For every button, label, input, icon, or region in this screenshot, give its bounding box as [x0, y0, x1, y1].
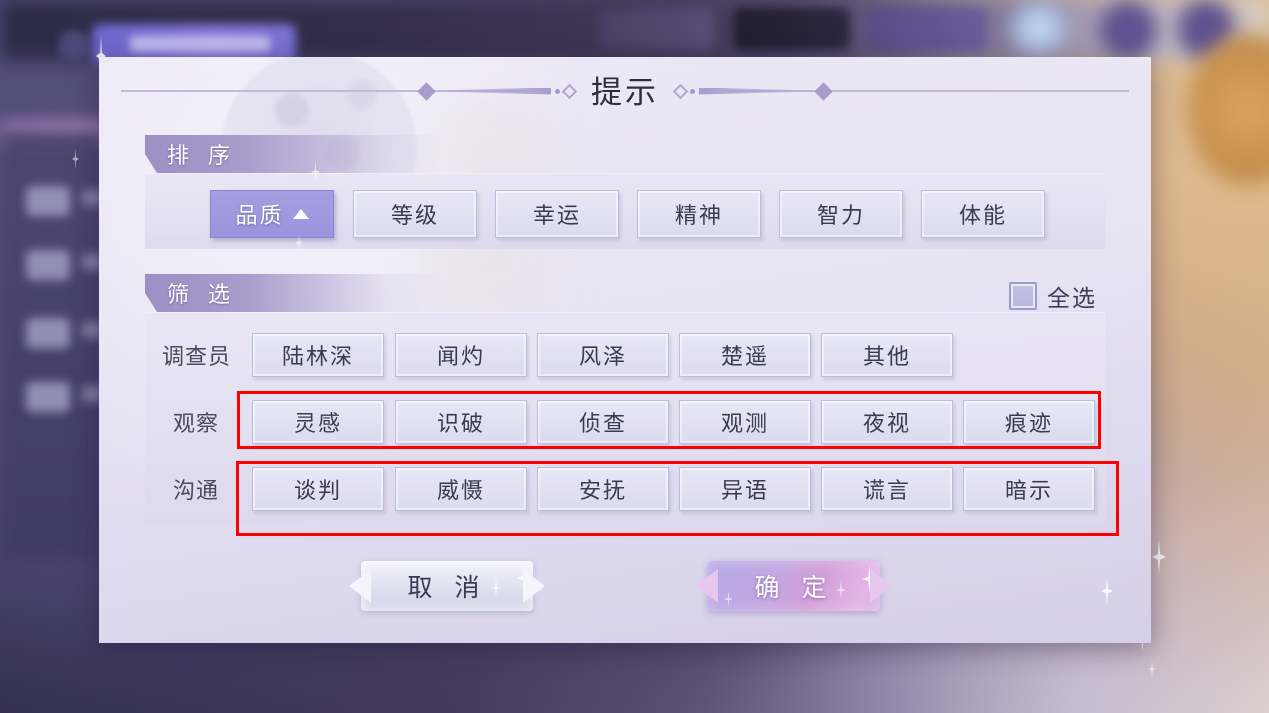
filter-communication-foreignlanguage-label: 异语: [720, 479, 769, 504]
filter-communication-negotiate-label: 谈判: [293, 479, 342, 504]
diamond-outline-icon: [672, 83, 689, 99]
sort-option-level[interactable]: 等级: [353, 190, 477, 238]
dialog-title: 提示: [591, 74, 659, 111]
filter-investigator-chuyao-label: 楚遥: [720, 345, 769, 370]
filter-communication-soothe-label: 安抚: [578, 479, 627, 504]
filter-observation-trace-label: 痕迹: [1004, 412, 1053, 437]
confirm-right-tip: [870, 569, 892, 603]
filter-investigator-chuyao[interactable]: 楚遥: [679, 333, 811, 377]
select-all-checkbox[interactable]: [1009, 282, 1037, 310]
filter-investigator-lulinshen-label: 陆林深: [281, 345, 354, 370]
background-title-pill-text: [130, 36, 270, 52]
background-currency-chip-2: [734, 8, 850, 50]
filter-observation-observe[interactable]: 观测: [679, 400, 811, 444]
sort-option-stamina[interactable]: 体能: [921, 190, 1045, 238]
select-all-control[interactable]: 全选: [1009, 279, 1097, 313]
filter-observation-inspiration-label: 灵感: [293, 412, 342, 437]
background-sidebar-icon-3: [26, 318, 70, 348]
filter-observation-observe-label: 观测: [720, 412, 769, 437]
sort-ascending-icon: [292, 209, 309, 219]
filter-communication-foreignlanguage[interactable]: 异语: [679, 467, 811, 511]
filter-investigator-wenzhuo[interactable]: 闻灼: [395, 333, 527, 377]
sort-option-intelligence[interactable]: 智力: [779, 190, 903, 238]
filter-investigator-wenzhuo-label: 闻灼: [436, 345, 485, 370]
filter-row-label-communication: 沟通: [173, 479, 220, 504]
filter-section-banner: 筛 选: [145, 274, 445, 312]
taper-line-icon: [433, 87, 551, 95]
background-currency-chip-1: [598, 8, 714, 50]
sort-option-intelligence-label: 智力: [816, 204, 865, 229]
filter-communication-negotiate[interactable]: 谈判: [252, 467, 384, 511]
sort-option-spirit-label: 精神: [674, 204, 723, 229]
sort-option-spirit[interactable]: 精神: [637, 190, 761, 238]
filter-observation-nightvision[interactable]: 夜视: [821, 400, 953, 444]
sort-option-stamina-label: 体能: [958, 204, 1007, 229]
background-avatar-icon-2: [1100, 2, 1156, 58]
background-sidebar-icon-1: [26, 186, 70, 216]
filter-observation-seethrough[interactable]: 识破: [395, 400, 527, 444]
filter-communication-intimidate-label: 威慑: [436, 479, 485, 504]
background-sidebar-icon-4: [26, 382, 70, 412]
dialog-title-bar: 提示: [99, 57, 1151, 125]
cancel-button[interactable]: 取 消: [349, 561, 545, 611]
cancel-button-label: 取 消: [407, 573, 487, 602]
filter-row-label-observation: 观察: [173, 412, 220, 437]
filter-communication-hint[interactable]: 暗示: [963, 467, 1095, 511]
confirm-left-tip: [696, 569, 718, 603]
sparkle-particle: [1101, 577, 1113, 605]
filter-section-label: 筛 选: [167, 283, 236, 308]
filter-observation-investigate[interactable]: 侦查: [537, 400, 669, 444]
confirm-button-label: 确 定: [754, 573, 834, 602]
diamond-icon: [417, 81, 436, 101]
filter-observation-inspiration[interactable]: 灵感: [252, 400, 384, 444]
filter-communication-hint-label: 暗示: [1004, 479, 1053, 504]
filter-investigator-other[interactable]: 其他: [821, 333, 953, 377]
filter-row-label-investigator: 调查员: [162, 345, 232, 370]
background-avatar-icon-1: [1012, 2, 1066, 56]
filter-investigator-fengze[interactable]: 风泽: [537, 333, 669, 377]
filter-investigator-fengze-label: 风泽: [578, 345, 627, 370]
taper-line-icon: [699, 87, 817, 95]
sort-section-label: 排 序: [167, 144, 236, 169]
filter-observation-trace[interactable]: 痕迹: [963, 400, 1095, 444]
hint-dialog: 提示 排 序 品质 等级 幸运 精神 智力 体能 筛 选 全选 调查员 陆林深 …: [99, 57, 1151, 643]
title-ornament-left: [417, 81, 578, 101]
filter-investigator-other-label: 其他: [862, 345, 911, 370]
filter-observation-investigate-label: 侦查: [578, 412, 627, 437]
diamond-icon: [814, 81, 833, 101]
cancel-left-tip: [349, 569, 371, 603]
filter-observation-nightvision-label: 夜视: [862, 412, 911, 437]
dot-icon: [555, 88, 560, 94]
title-ornament-right: [672, 81, 833, 101]
sort-option-quality-label: 品质: [235, 204, 284, 229]
select-all-label: 全选: [1047, 286, 1097, 312]
cancel-right-tip: [523, 569, 545, 603]
sort-option-luck-label: 幸运: [532, 204, 581, 229]
sort-option-level-label: 等级: [390, 204, 439, 229]
sort-option-quality[interactable]: 品质: [210, 190, 334, 238]
background-sidebar-icon-2: [26, 250, 70, 280]
filter-communication-soothe[interactable]: 安抚: [537, 467, 669, 511]
filter-investigator-lulinshen[interactable]: 陆林深: [252, 333, 384, 377]
filter-observation-seethrough-label: 识破: [436, 412, 485, 437]
sort-option-luck[interactable]: 幸运: [495, 190, 619, 238]
background-currency-chip-3: [868, 8, 986, 50]
dot-icon: [690, 88, 695, 94]
filter-communication-intimidate[interactable]: 威慑: [395, 467, 527, 511]
filter-communication-lie[interactable]: 谎言: [821, 467, 953, 511]
confirm-button[interactable]: 确 定: [696, 561, 892, 611]
filter-communication-lie-label: 谎言: [862, 479, 911, 504]
sort-section-banner: 排 序: [145, 135, 445, 173]
background-back-button: [58, 30, 90, 62]
